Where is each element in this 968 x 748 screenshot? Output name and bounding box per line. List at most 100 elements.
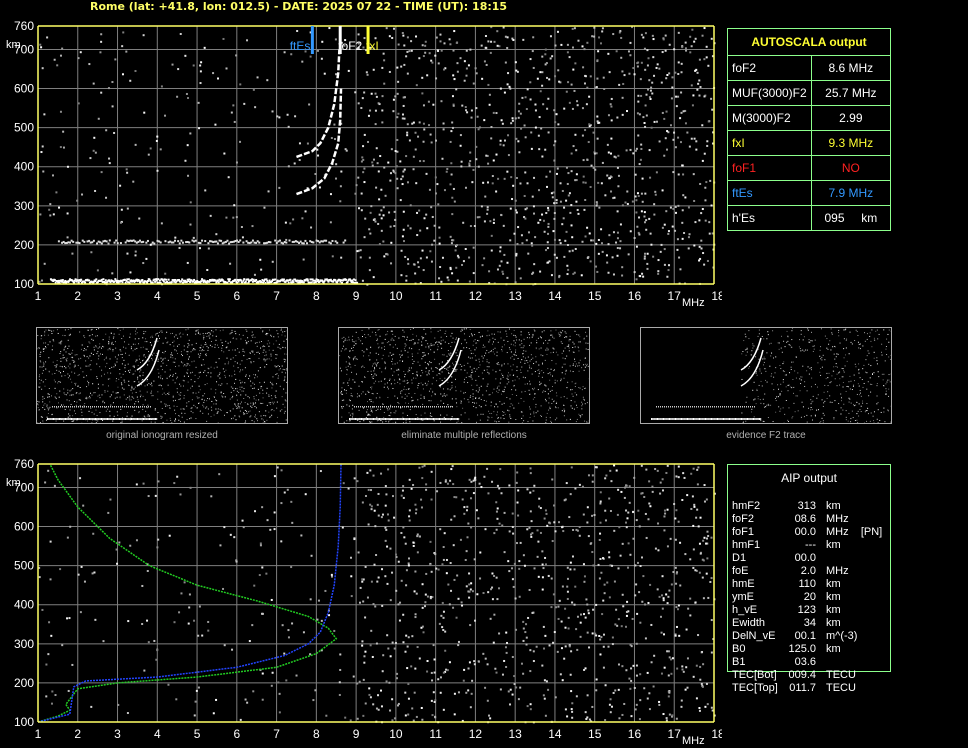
noise-dot [41,145,44,148]
noise-dot [640,94,643,97]
noise-dot [504,646,507,649]
noise-dot [652,56,655,59]
noise-dot [589,542,592,545]
thumb-dot [116,396,118,398]
noise-dot [515,137,518,140]
noise-dot [523,194,526,197]
thumb-dot [38,401,40,403]
noise-dot [410,40,413,43]
thumb-es-dot [107,418,108,420]
noise-dot [381,604,384,607]
thumb-dot [174,358,176,360]
es-dot [332,280,335,283]
thumb-dot [64,393,66,395]
noise-dot [487,40,490,43]
noise-dot [634,708,637,711]
noise-dot [569,211,572,214]
noise-dot [430,141,433,144]
thumb-dot [232,417,234,419]
thumb-dot [146,348,148,350]
noise-dot [496,598,499,601]
noise-dot [583,82,586,85]
noise-dot [387,468,390,471]
noise-dot [667,650,670,653]
noise-dot [483,60,486,63]
thumb-dot [69,334,71,336]
noise-dot [682,472,685,475]
thumb-dot [97,383,99,385]
noise-dot [604,194,607,197]
es-dot [241,281,244,284]
thumb-dot [412,333,414,335]
thumb-dot [215,335,217,337]
thumb-dot [190,387,192,389]
thumb-dot [77,364,79,366]
thumb-dot [105,356,107,358]
thumb-dot [252,402,254,404]
noise-dot [436,183,439,186]
noise-dot [635,278,638,281]
noise-dot [425,172,428,175]
thumb-dot [262,351,264,353]
noise-dot [699,552,702,555]
thumb-dot [181,412,183,414]
noise-dot [626,110,629,113]
noise-dot [418,535,421,538]
noise-dot [612,273,615,276]
noise-dot [643,122,646,125]
noise-dot [382,654,385,657]
thumb-dot [280,348,282,350]
thumb-dot [49,341,51,343]
thumb-dot [149,342,151,344]
noise-dot [485,154,488,157]
noise-dot [654,468,657,471]
noise-dot [278,116,281,119]
noise-dot [387,519,390,522]
es-dot [178,242,181,245]
noise-dot [541,664,544,667]
thumb-dot [175,365,177,367]
noise-dot [377,492,380,495]
thumb-dot [565,369,567,371]
noise-dot [129,79,132,82]
thumb-dot [57,332,59,334]
noise-dot [674,146,677,149]
noise-dot [536,529,539,532]
thumb-dot [376,340,378,342]
noise-dot [388,211,391,214]
noise-dot [698,709,701,712]
noise-dot [572,145,575,148]
thumb-dot [198,376,200,378]
thumb-dot [353,341,355,343]
noise-dot [50,702,53,705]
thumb-dot [228,375,230,377]
noise-dot [490,40,493,43]
thumb-dot [210,388,212,390]
noise-dot [271,110,274,113]
noise-dot [555,172,558,175]
thumb-dot [215,403,217,405]
x-tick-label: 15 [588,289,602,303]
noise-dot [645,114,648,117]
thumb-dot [424,354,426,356]
thumb-dot [271,408,273,410]
noise-dot [506,261,509,264]
noise-dot [134,70,137,73]
es-dot [207,242,210,245]
noise-dot [538,148,541,151]
noise-dot [560,620,563,623]
noise-dot [380,516,383,519]
noise-dot [396,66,399,69]
thumb-dot [560,396,562,398]
noise-dot [121,73,124,76]
thumb-dot [158,337,160,339]
thumb-es-dot [103,418,105,420]
thumb-dot [88,410,90,412]
noise-dot [100,171,103,174]
thumb-dot [199,333,201,335]
noise-dot [544,509,547,512]
noise-dot [683,232,686,235]
noise-dot [45,663,48,666]
thumb-dot [67,392,69,394]
noise-dot [563,657,566,660]
